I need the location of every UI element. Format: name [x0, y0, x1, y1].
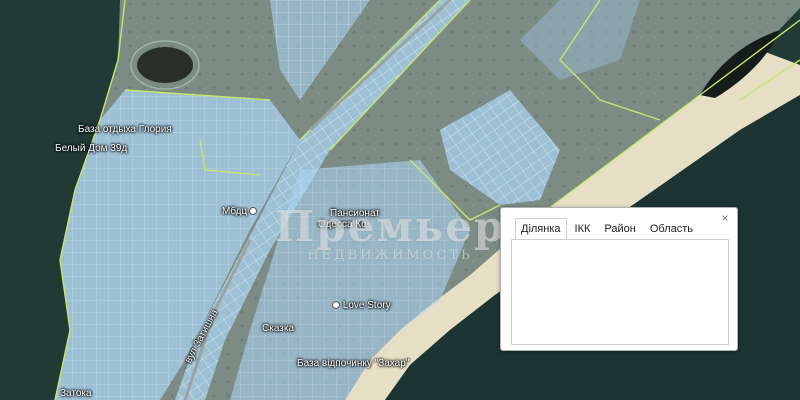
close-icon[interactable]: × — [719, 212, 731, 224]
label-mbdu[interactable]: Мбдц — [222, 206, 258, 217]
tab-content-panel — [511, 239, 729, 345]
info-window: × Ділянка ІКК Район Область — [500, 207, 738, 351]
tab-ikk[interactable]: ІКК — [569, 218, 597, 241]
label-love-story[interactable]: Love Story — [330, 300, 391, 311]
tab-oblast[interactable]: Область — [644, 218, 699, 241]
watermark-sub: НЕДВИЖИМОСТЬ — [307, 248, 473, 263]
watermark-main: Премьер — [274, 202, 506, 251]
label-baza-otdyha[interactable]: База отдыха Глория — [78, 124, 172, 135]
label-belyi-dom[interactable]: Белый Дом 39д — [55, 143, 127, 154]
place-marker-icon — [249, 207, 258, 216]
label-mbdu-text: Мбдц — [222, 206, 248, 217]
info-tabs: Ділянка ІКК Район Область — [515, 218, 701, 241]
label-baza-vidpochynku[interactable]: База відпочинку "Захар" — [297, 358, 409, 369]
pond — [137, 47, 193, 83]
label-zatoka[interactable]: Затока — [60, 388, 92, 399]
tab-dilyanka[interactable]: Ділянка — [515, 218, 567, 241]
tab-raion[interactable]: Район — [598, 218, 641, 241]
label-skazka[interactable]: Сказка — [262, 323, 294, 334]
place-marker-icon — [332, 301, 340, 310]
label-love-story-text: Love Story — [342, 300, 391, 311]
watermark: Премьер НЕДВИЖИМОСТЬ — [270, 205, 510, 263]
